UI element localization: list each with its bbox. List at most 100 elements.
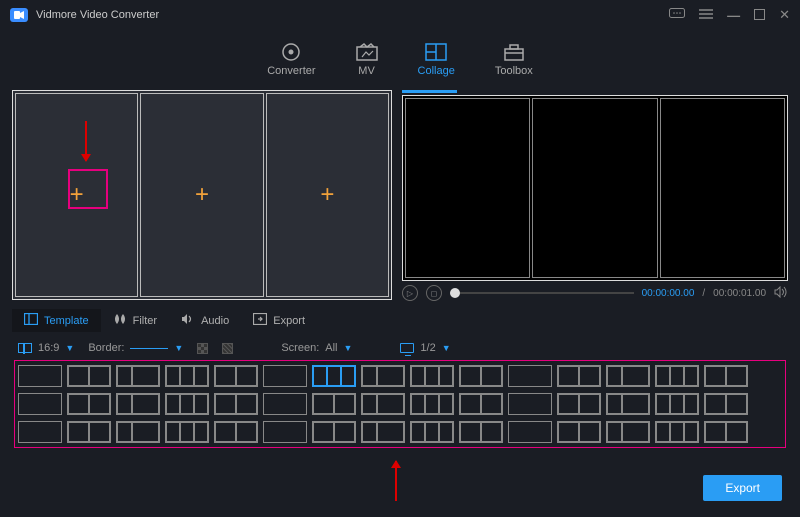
collage-slot-2[interactable]: +: [140, 93, 263, 297]
template-thumb-0[interactable]: [18, 365, 62, 387]
template-thumb-7[interactable]: [361, 365, 405, 387]
subtab-audio[interactable]: Audio: [169, 309, 241, 332]
template-thumb-10[interactable]: [508, 365, 552, 387]
aspect-ratio-selector[interactable]: 16:9 ▼: [18, 342, 74, 354]
template-thumb-6[interactable]: [312, 365, 356, 387]
border-selector[interactable]: Border: ▼: [88, 342, 183, 354]
add-icon: +: [195, 181, 209, 209]
menu-icon[interactable]: [699, 8, 713, 23]
display-selector[interactable]: 1/2 ▼: [400, 342, 450, 354]
template-thumb-9[interactable]: [459, 365, 503, 387]
template-thumb-31[interactable]: [67, 421, 111, 443]
template-thumb-15[interactable]: [18, 393, 62, 415]
template-thumb-43[interactable]: [655, 421, 699, 443]
window-controls: — ✕: [669, 7, 790, 23]
template-thumb-42[interactable]: [606, 421, 650, 443]
template-thumb-1[interactable]: [67, 365, 111, 387]
template-thumb-23[interactable]: [410, 393, 454, 415]
template-thumb-37[interactable]: [361, 421, 405, 443]
tab-mv[interactable]: MV: [356, 43, 378, 77]
minimize-button[interactable]: —: [727, 8, 740, 23]
tab-label: Toolbox: [495, 65, 533, 77]
close-button[interactable]: ✕: [779, 7, 790, 23]
subtab-template[interactable]: Template: [12, 309, 101, 332]
toolbox-icon: [503, 43, 525, 61]
template-thumb-39[interactable]: [459, 421, 503, 443]
template-thumb-3[interactable]: [165, 365, 209, 387]
annotation-arrow-up: [395, 461, 397, 501]
template-thumb-25[interactable]: [508, 393, 552, 415]
template-thumb-18[interactable]: [165, 393, 209, 415]
template-thumb-26[interactable]: [557, 393, 601, 415]
collage-slot-3[interactable]: +: [266, 93, 389, 297]
template-thumb-34[interactable]: [214, 421, 258, 443]
screen-selector[interactable]: Screen: All ▼: [281, 342, 352, 354]
template-thumb-2[interactable]: [116, 365, 160, 387]
template-thumb-11[interactable]: [557, 365, 601, 387]
display-icon: [400, 343, 414, 353]
template-thumb-8[interactable]: [410, 365, 454, 387]
annotation-highlight: [68, 169, 108, 209]
template-thumb-5[interactable]: [263, 365, 307, 387]
tab-converter[interactable]: Converter: [267, 43, 315, 77]
template-thumb-21[interactable]: [312, 393, 356, 415]
template-thumb-35[interactable]: [263, 421, 307, 443]
tab-collage[interactable]: Collage: [418, 43, 455, 77]
titlebar: Vidmore Video Converter — ✕: [0, 0, 800, 30]
annotation-arrow-down: [85, 121, 87, 161]
timeline[interactable]: [450, 292, 634, 294]
template-thumb-28[interactable]: [655, 393, 699, 415]
template-thumb-19[interactable]: [214, 393, 258, 415]
template-thumb-12[interactable]: [606, 365, 650, 387]
template-thumb-17[interactable]: [116, 393, 160, 415]
stop-button[interactable]: ◻: [426, 285, 442, 301]
volume-icon[interactable]: [774, 286, 788, 301]
template-thumb-16[interactable]: [67, 393, 111, 415]
template-thumb-32[interactable]: [116, 421, 160, 443]
export-button[interactable]: Export: [703, 475, 782, 501]
app-title: Vidmore Video Converter: [36, 9, 159, 21]
maximize-button[interactable]: [754, 8, 765, 23]
app-logo-icon: [10, 8, 28, 22]
sub-tabs: Template Filter Audio Export: [0, 305, 800, 336]
template-thumb-20[interactable]: [263, 393, 307, 415]
pattern-checker-button[interactable]: [197, 343, 208, 354]
template-thumb-4[interactable]: [214, 365, 258, 387]
player-controls: ▷ ◻ 00:00:00.00/00:00:01.00: [402, 281, 788, 305]
template-thumb-38[interactable]: [410, 421, 454, 443]
template-thumb-40[interactable]: [508, 421, 552, 443]
dropdown-arrow-icon: ▼: [344, 343, 353, 353]
template-thumb-14[interactable]: [704, 365, 748, 387]
subtab-export[interactable]: Export: [241, 309, 317, 332]
add-icon: +: [320, 181, 334, 209]
aspect-icon: [18, 343, 32, 353]
template-thumb-27[interactable]: [606, 393, 650, 415]
template-thumb-41[interactable]: [557, 421, 601, 443]
border-preview: [130, 348, 168, 349]
feedback-icon[interactable]: [669, 8, 685, 23]
converter-icon: [280, 43, 302, 61]
subtab-filter[interactable]: Filter: [101, 309, 169, 332]
dropdown-arrow-icon: ▼: [174, 343, 183, 353]
filter-icon: [113, 313, 127, 328]
template-thumb-13[interactable]: [655, 365, 699, 387]
tab-toolbox[interactable]: Toolbox: [495, 43, 533, 77]
playhead[interactable]: [450, 288, 460, 298]
template-options: 16:9 ▼ Border: ▼ Screen: All ▼ 1/2 ▼: [0, 336, 800, 360]
screen-label: Screen:: [281, 342, 319, 354]
template-thumb-22[interactable]: [361, 393, 405, 415]
template-thumb-44[interactable]: [704, 421, 748, 443]
pattern-hatch-button[interactable]: [222, 343, 233, 354]
border-label: Border:: [88, 342, 124, 354]
export-icon: [253, 313, 267, 328]
tab-label: MV: [358, 65, 375, 77]
template-thumb-30[interactable]: [18, 421, 62, 443]
play-button[interactable]: ▷: [402, 285, 418, 301]
preview-tab-indicator: [402, 90, 457, 93]
template-thumb-36[interactable]: [312, 421, 356, 443]
template-thumb-29[interactable]: [704, 393, 748, 415]
preview-slot: [532, 98, 657, 278]
template-thumb-24[interactable]: [459, 393, 503, 415]
template-grid: [14, 360, 786, 448]
template-thumb-33[interactable]: [165, 421, 209, 443]
